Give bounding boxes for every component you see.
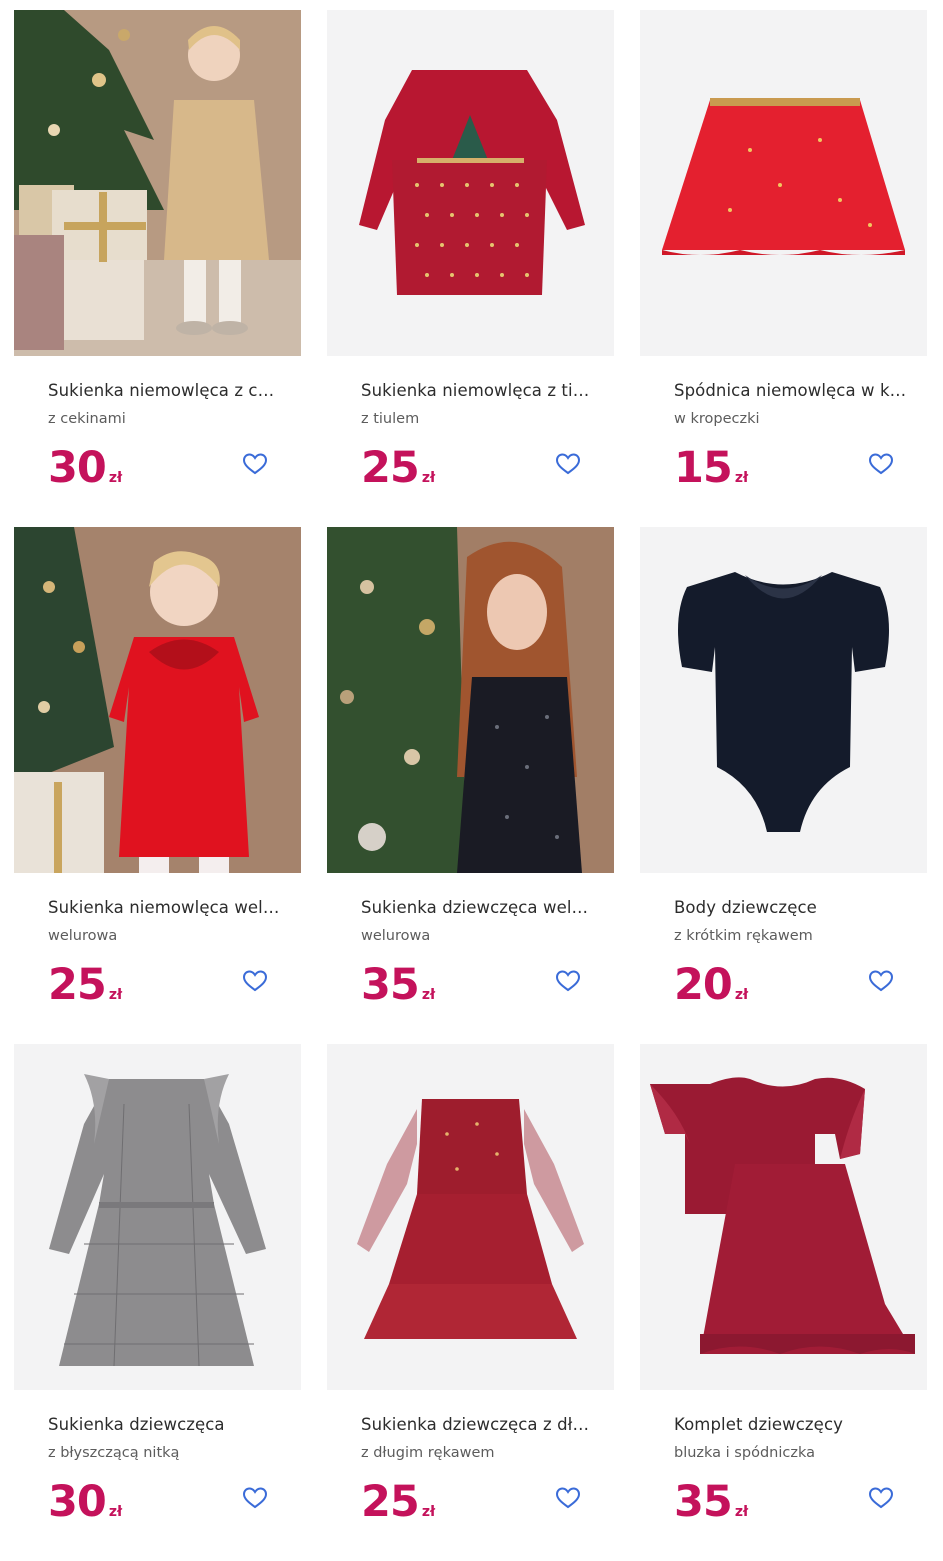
price-currency: zł bbox=[421, 987, 436, 1003]
product-subtitle: z cekinami bbox=[48, 411, 126, 427]
product-title[interactable]: Sukienka niemowlęca z cekinami bbox=[48, 380, 284, 402]
heart-outline-icon bbox=[868, 453, 894, 475]
product-card[interactable]: Body dziewczęce z krótkim rękawem 20 zł bbox=[640, 527, 927, 1044]
product-price: 25 zł bbox=[48, 955, 122, 1009]
product-title[interactable]: Sukienka dziewczęca welurowa bbox=[361, 897, 597, 919]
price-value: 25 bbox=[361, 1477, 420, 1527]
price-value: 20 bbox=[674, 960, 733, 1010]
price-value: 25 bbox=[361, 443, 420, 493]
price-currency: zł bbox=[108, 1504, 123, 1520]
red-tulle-dress-photo[interactable] bbox=[327, 10, 614, 356]
price-value: 35 bbox=[674, 1477, 733, 1527]
add-to-favorites-button[interactable] bbox=[553, 966, 583, 996]
burgundy-tulle-dress-photo[interactable] bbox=[327, 1044, 614, 1390]
product-price: 25 zł bbox=[361, 438, 435, 492]
heart-outline-icon bbox=[555, 970, 581, 992]
heart-outline-icon bbox=[242, 1487, 268, 1509]
price-currency: zł bbox=[108, 470, 123, 486]
product-price: 30 zł bbox=[48, 1472, 122, 1526]
product-subtitle: z długim rękawem bbox=[361, 1445, 495, 1461]
product-card[interactable]: Sukienka niemowlęca z tiulem z tiulem 25… bbox=[327, 10, 614, 527]
product-price: 20 zł bbox=[674, 955, 748, 1009]
gold-sequin-dress-photo[interactable] bbox=[14, 10, 301, 356]
add-to-favorites-button[interactable] bbox=[240, 966, 270, 996]
product-price: 35 zł bbox=[361, 955, 435, 1009]
burgundy-velvet-set-photo[interactable] bbox=[640, 1044, 927, 1390]
product-title[interactable]: Sukienka dziewczęca z długim rękawem bbox=[361, 1414, 597, 1436]
product-card[interactable]: Sukienka dziewczęca welurowa welurowa 35… bbox=[327, 527, 614, 1044]
price-value: 30 bbox=[48, 443, 107, 493]
product-subtitle: w kropeczki bbox=[674, 411, 760, 427]
product-card[interactable]: Sukienka niemowlęca z cekinami z cekinam… bbox=[14, 10, 301, 527]
product-subtitle: z krótkim rękawem bbox=[674, 928, 813, 944]
product-title[interactable]: Komplet dziewczęcy bbox=[674, 1414, 910, 1436]
product-card[interactable]: Sukienka niemowlęca welurowa welurowa 25… bbox=[14, 527, 301, 1044]
product-card[interactable]: Sukienka dziewczęca z długim rękawem z d… bbox=[327, 1044, 614, 1561]
product-subtitle: z błyszczącą nitką bbox=[48, 1445, 180, 1461]
product-title[interactable]: Sukienka niemowlęca welurowa bbox=[48, 897, 284, 919]
product-price: 15 zł bbox=[674, 438, 748, 492]
heart-outline-icon bbox=[868, 970, 894, 992]
product-subtitle: welurowa bbox=[361, 928, 431, 944]
add-to-favorites-button[interactable] bbox=[553, 1483, 583, 1513]
add-to-favorites-button[interactable] bbox=[240, 449, 270, 479]
price-currency: zł bbox=[734, 1504, 749, 1520]
add-to-favorites-button[interactable] bbox=[866, 966, 896, 996]
heart-outline-icon bbox=[555, 1487, 581, 1509]
product-title[interactable]: Spódnica niemowlęca w kropeczki bbox=[674, 380, 910, 402]
add-to-favorites-button[interactable] bbox=[240, 1483, 270, 1513]
red-velvet-dress-photo[interactable] bbox=[14, 527, 301, 873]
price-currency: zł bbox=[734, 987, 749, 1003]
price-value: 25 bbox=[48, 960, 107, 1010]
price-currency: zł bbox=[108, 987, 123, 1003]
product-grid: Sukienka niemowlęca z cekinami z cekinam… bbox=[14, 10, 928, 1561]
heart-outline-icon bbox=[868, 1487, 894, 1509]
price-currency: zł bbox=[734, 470, 749, 486]
product-subtitle: welurowa bbox=[48, 928, 118, 944]
product-subtitle: bluzka i spódniczka bbox=[674, 1445, 815, 1461]
price-value: 30 bbox=[48, 1477, 107, 1527]
heart-outline-icon bbox=[242, 453, 268, 475]
red-skirt-photo[interactable] bbox=[640, 10, 927, 356]
product-title[interactable]: Sukienka dziewczęca bbox=[48, 1414, 284, 1436]
black-sequin-dress-photo[interactable] bbox=[327, 527, 614, 873]
heart-outline-icon bbox=[242, 970, 268, 992]
product-subtitle: z tiulem bbox=[361, 411, 420, 427]
product-title[interactable]: Body dziewczęce bbox=[674, 897, 910, 919]
navy-bodysuit-photo[interactable] bbox=[640, 527, 927, 873]
add-to-favorites-button[interactable] bbox=[866, 449, 896, 479]
product-card[interactable]: Sukienka dziewczęca z błyszczącą nitką 3… bbox=[14, 1044, 301, 1561]
price-currency: zł bbox=[421, 470, 436, 486]
product-price: 25 zł bbox=[361, 1472, 435, 1526]
grey-check-dress-photo[interactable] bbox=[14, 1044, 301, 1390]
product-price: 35 zł bbox=[674, 1472, 748, 1526]
add-to-favorites-button[interactable] bbox=[553, 449, 583, 479]
price-value: 15 bbox=[674, 443, 733, 493]
price-value: 35 bbox=[361, 960, 420, 1010]
product-card[interactable]: Spódnica niemowlęca w kropeczki w kropec… bbox=[640, 10, 927, 527]
product-price: 30 zł bbox=[48, 438, 122, 492]
price-currency: zł bbox=[421, 1504, 436, 1520]
product-title[interactable]: Sukienka niemowlęca z tiulem bbox=[361, 380, 597, 402]
heart-outline-icon bbox=[555, 453, 581, 475]
product-card[interactable]: Komplet dziewczęcy bluzka i spódniczka 3… bbox=[640, 1044, 927, 1561]
add-to-favorites-button[interactable] bbox=[866, 1483, 896, 1513]
